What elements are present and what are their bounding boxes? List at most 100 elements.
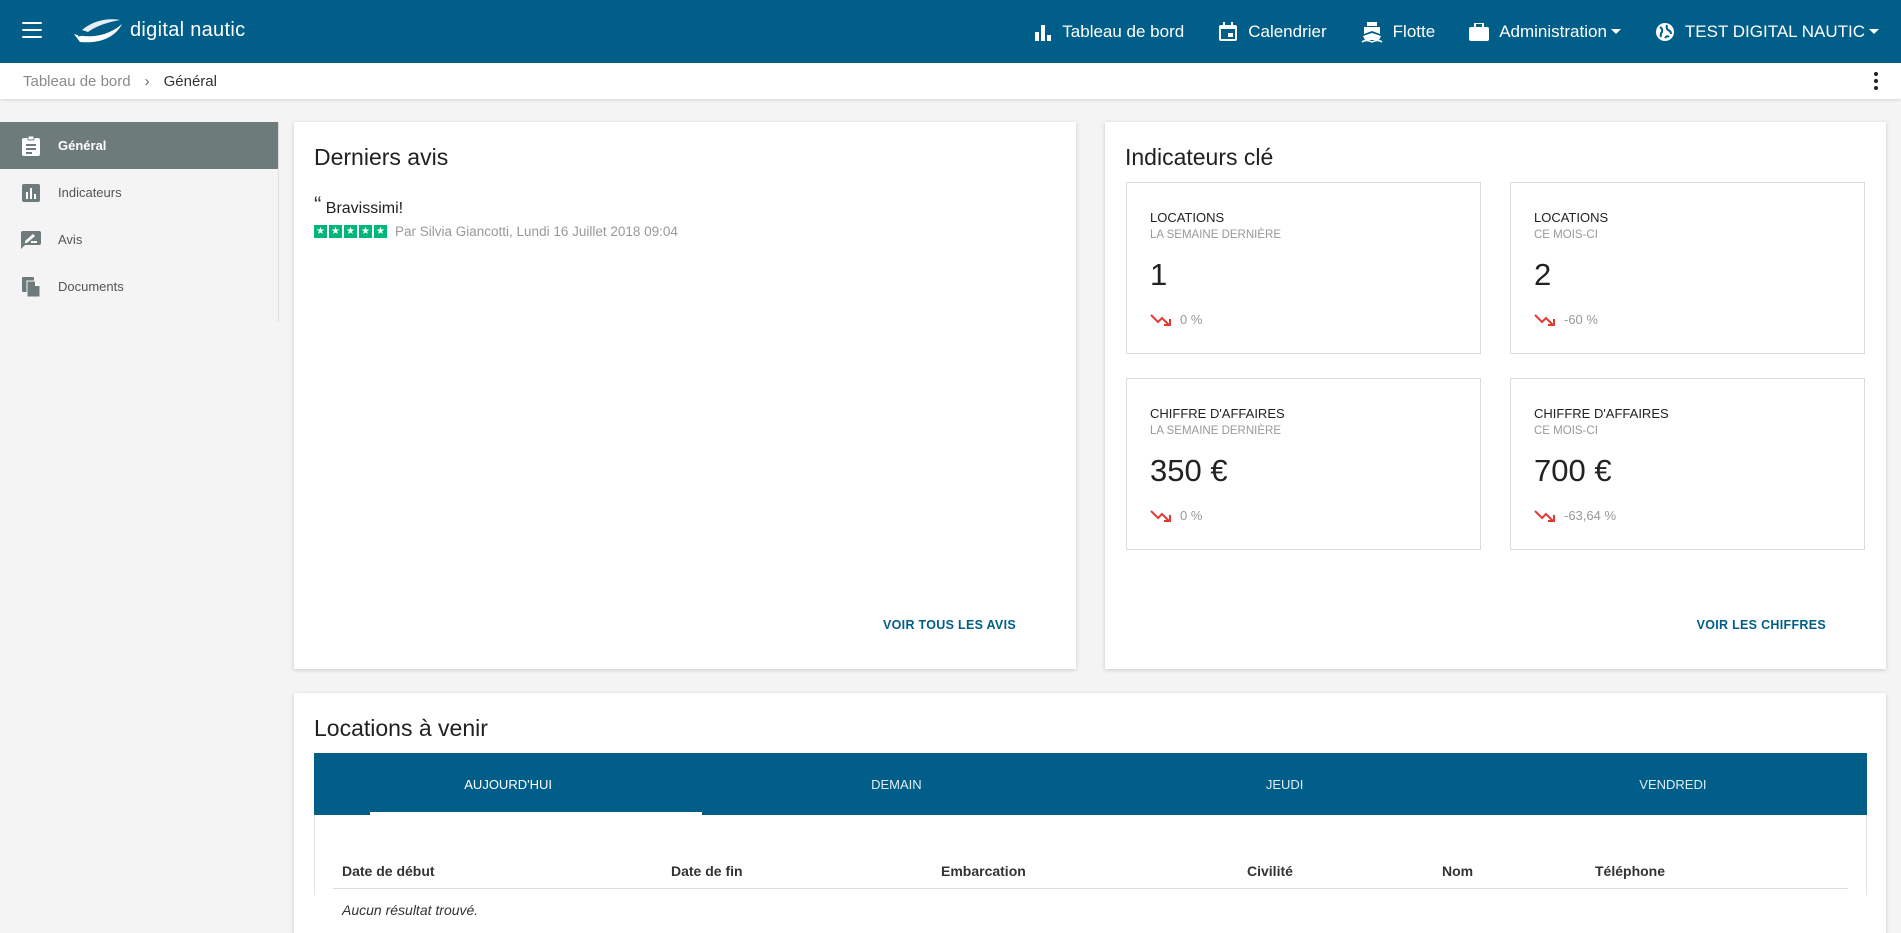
kpi-trend-value: 0 % (1180, 312, 1203, 327)
upcoming-rentals-card: Locations à venir AUJOURD'HUI DEMAIN JEU… (294, 693, 1886, 933)
rate-review-icon (20, 229, 42, 251)
kpi-value: 2 (1534, 257, 1552, 292)
kpi-tile: CHIFFRE D'AFFAIRES CE MOIS-CI 700 € -63,… (1510, 378, 1865, 550)
kpi-tile: CHIFFRE D'AFFAIRES LA SEMAINE DERNIÈRE 3… (1126, 378, 1481, 550)
trending-down-icon (1534, 509, 1555, 522)
sidebar-item-documents[interactable]: Documents (0, 263, 278, 310)
kpi-trend: 0 % (1150, 508, 1202, 523)
boat-logo-icon (74, 19, 122, 43)
column-header[interactable]: Nom (1442, 863, 1473, 879)
nav-fleet-label: Flotte (1392, 21, 1436, 41)
globe-icon (1655, 22, 1674, 41)
empty-result-message: Aucun résultat trouvé. (342, 902, 479, 918)
kpi-value: 1 (1150, 257, 1168, 292)
sidebar: Général Indicateurs Avis Documents (0, 122, 279, 322)
kpi-label: LOCATIONS (1150, 210, 1225, 225)
sidebar-item-label: Général (58, 138, 107, 153)
column-header[interactable]: Date de fin (671, 863, 743, 879)
clipboard-icon (20, 135, 42, 157)
kpi-label: LOCATIONS (1534, 210, 1609, 225)
column-header[interactable]: Civilité (1247, 863, 1293, 879)
trending-down-icon (1150, 509, 1171, 522)
upcoming-title: Locations à venir (314, 715, 488, 741)
star-icon: ★ (329, 225, 342, 238)
sidebar-item-general[interactable]: Général (0, 122, 278, 169)
review-text: Bravissimi! (325, 200, 404, 217)
star-icon: ★ (359, 225, 372, 238)
top-app-bar: digital nautic Tableau de bord Calendrie… (0, 0, 1901, 63)
sidebar-item-label: Indicateurs (58, 185, 122, 200)
kpi-label: CHIFFRE D'AFFAIRES (1150, 406, 1285, 421)
bar-chart-icon (20, 182, 42, 204)
kpi-trend-value: -60 % (1564, 312, 1598, 327)
app-name: digital nautic (130, 18, 246, 41)
kpi-trend-value: 0 % (1180, 508, 1203, 523)
nav-dashboard[interactable]: Tableau de bord (1034, 22, 1184, 42)
sidebar-item-indicateurs[interactable]: Indicateurs (0, 169, 278, 216)
table-header: Date de début Date de fin Embarcation Ci… (333, 855, 1848, 889)
review-author: Par Silvia Giancotti, Lundi 16 Juillet 2… (395, 224, 678, 239)
bar-chart-icon (1035, 24, 1052, 41)
kpi-period: CE MOIS-CI (1534, 425, 1598, 437)
tab-tomorrow[interactable]: DEMAIN (702, 753, 1090, 815)
chevron-down-icon (1610, 29, 1621, 34)
quote-icon: “ (314, 192, 322, 217)
kpi-period: LA SEMAINE DERNIÈRE (1150, 425, 1282, 437)
star-rating: ★ ★ ★ ★ ★ (314, 225, 387, 238)
reviews-card: Derniers avis “ Bravissimi! ★ ★ ★ ★ ★ Pa… (294, 122, 1076, 669)
breadcrumb-current: Général (163, 72, 217, 90)
kpi-period: CE MOIS-CI (1534, 229, 1598, 241)
calendar-icon (1219, 21, 1238, 41)
breadcrumb-parent[interactable]: Tableau de bord (23, 73, 131, 90)
kpi-trend: -60 % (1534, 312, 1598, 327)
sidebar-item-label: Documents (58, 279, 124, 294)
sidebar-item-avis[interactable]: Avis (0, 216, 278, 263)
tab-today[interactable]: AUJOURD'HUI (314, 753, 703, 815)
see-all-reviews-button[interactable]: VOIR TOUS LES AVIS (883, 618, 1016, 632)
app-logo[interactable]: digital nautic (72, 14, 245, 46)
nav-account-label: TEST DIGITAL NAUTIC (1684, 21, 1865, 41)
kpi-trend: 0 % (1150, 312, 1202, 327)
nav-fleet[interactable]: Flotte (1361, 21, 1436, 43)
chevron-down-icon (1869, 29, 1879, 34)
see-figures-button[interactable]: VOIR LES CHIFFRES (1697, 618, 1826, 632)
kpi-card: Indicateurs clé LOCATIONS LA SEMAINE DER… (1105, 122, 1886, 669)
tab-thursday[interactable]: JEUDI (1091, 753, 1479, 815)
column-header[interactable]: Date de début (342, 863, 435, 879)
kpi-tile: LOCATIONS LA SEMAINE DERNIÈRE 1 0 % (1126, 182, 1481, 354)
more-options-icon[interactable] (1873, 72, 1879, 90)
rentals-table: Date de début Date de fin Embarcation Ci… (314, 815, 1867, 895)
kpi-trend: -63,64 % (1534, 508, 1616, 523)
ferry-icon (1361, 21, 1383, 43)
star-icon: ★ (374, 225, 387, 238)
nav-administration[interactable]: Administration (1469, 22, 1621, 42)
briefcase-icon (1469, 22, 1490, 41)
documents-icon (20, 276, 42, 298)
column-header[interactable]: Téléphone (1595, 863, 1665, 879)
top-navigation: Tableau de bord Calendrier Flotte Admini… (1034, 0, 1879, 63)
breadcrumb-separator-icon: › (144, 72, 150, 90)
kpi-title: Indicateurs clé (1125, 144, 1274, 170)
kpi-label: CHIFFRE D'AFFAIRES (1534, 406, 1669, 421)
nav-administration-label: Administration (1499, 21, 1607, 41)
star-icon: ★ (314, 225, 327, 238)
kpi-value: 350 € (1150, 453, 1228, 488)
day-tabs: AUJOURD'HUI DEMAIN JEUDI VENDREDI (314, 753, 1867, 815)
trending-down-icon (1150, 313, 1171, 326)
kpi-period: LA SEMAINE DERNIÈRE (1150, 229, 1282, 241)
kpi-trend-value: -63,64 % (1564, 508, 1617, 523)
tab-friday[interactable]: VENDREDI (1479, 753, 1867, 815)
breadcrumb: Tableau de bord › Général (0, 63, 1901, 99)
nav-dashboard-label: Tableau de bord (1062, 21, 1185, 41)
column-header[interactable]: Embarcation (941, 863, 1026, 879)
kpi-tile: LOCATIONS CE MOIS-CI 2 -60 % (1510, 182, 1865, 354)
nav-calendar[interactable]: Calendrier (1218, 21, 1327, 42)
menu-icon[interactable] (22, 22, 42, 38)
nav-calendar-label: Calendrier (1248, 21, 1327, 41)
kpi-value: 700 € (1534, 453, 1612, 488)
sidebar-item-label: Avis (58, 232, 83, 247)
review-item: “ Bravissimi! ★ ★ ★ ★ ★ Par Silvia Gianc… (314, 194, 678, 239)
reviews-title: Derniers avis (314, 144, 449, 170)
nav-account[interactable]: TEST DIGITAL NAUTIC (1655, 22, 1879, 42)
trending-down-icon (1534, 313, 1555, 326)
